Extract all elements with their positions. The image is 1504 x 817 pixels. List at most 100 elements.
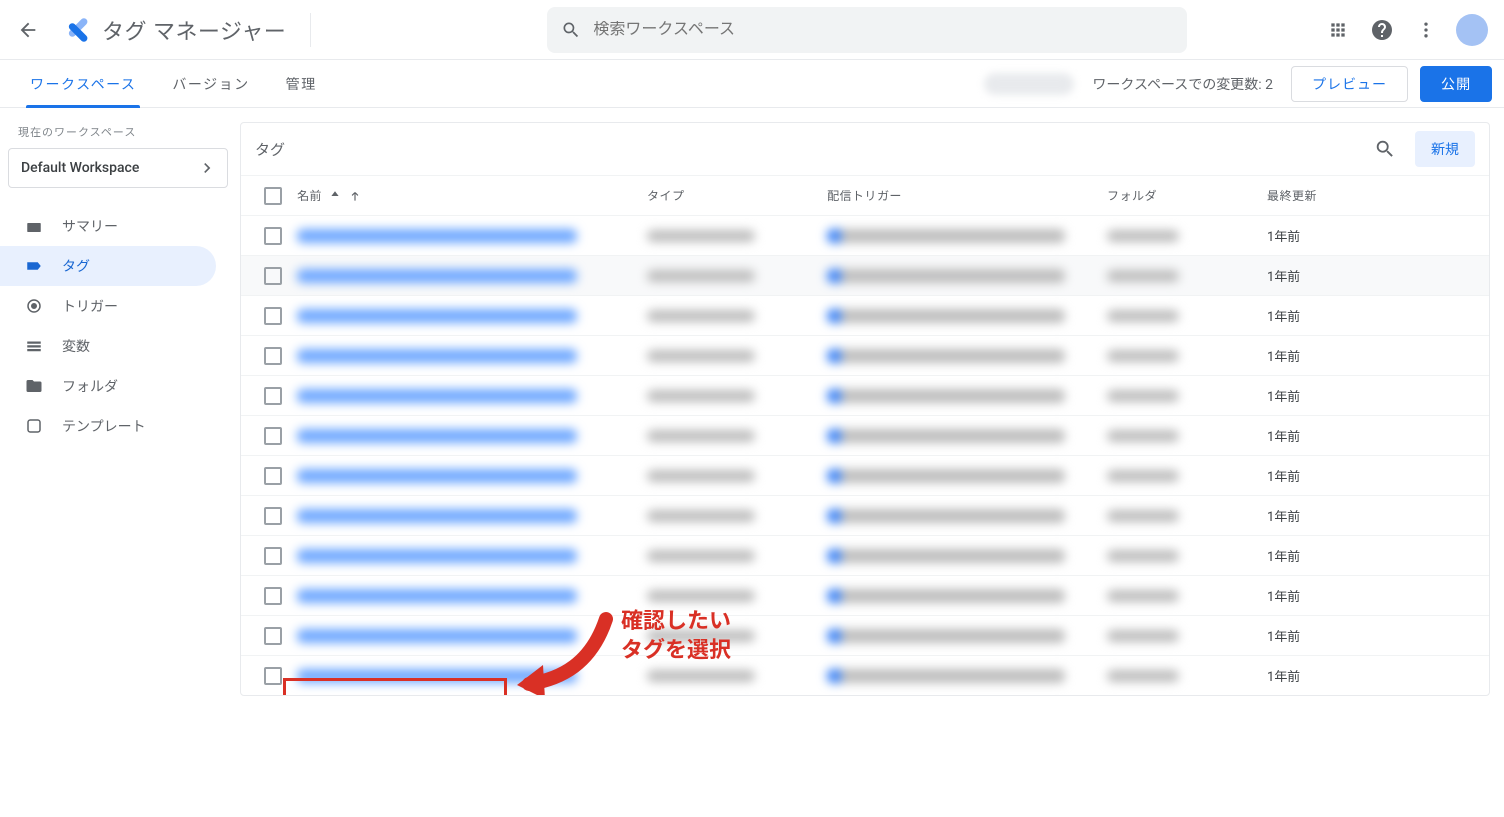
redacted-folder <box>1107 310 1179 322</box>
col-folder[interactable]: フォルダ <box>1107 187 1267 204</box>
side-nav: サマリー タグ トリガー 変数 フォルダ テンプレート <box>0 206 240 446</box>
row-updated: 1年前 <box>1267 266 1481 285</box>
account-avatar[interactable] <box>1456 14 1488 46</box>
chevron-right-icon <box>197 158 217 178</box>
sidenav-item-label: トリガー <box>62 296 118 316</box>
row-checkbox[interactable] <box>264 547 282 565</box>
workspace-picker[interactable]: Default Workspace <box>8 148 228 188</box>
table-row[interactable]: 1年前 <box>241 335 1489 375</box>
arrow-left-icon <box>17 19 39 41</box>
redacted-folder <box>1107 670 1179 682</box>
select-all-checkbox[interactable] <box>264 187 282 205</box>
dashboard-icon <box>24 217 44 235</box>
row-checkbox[interactable] <box>264 507 282 525</box>
redacted-type <box>647 310 755 322</box>
sidenav-tags[interactable]: タグ <box>0 246 216 286</box>
redacted-trigger <box>827 669 1065 683</box>
redacted-type <box>647 670 755 682</box>
col-name[interactable]: 名前 <box>297 187 647 204</box>
table-row[interactable]: 1年前 <box>241 255 1489 295</box>
row-checkbox[interactable] <box>264 667 282 685</box>
sidebar: 現在のワークスペース Default Workspace サマリー タグ トリガ… <box>0 108 240 716</box>
redacted-trigger <box>827 509 1065 523</box>
panel-header: タグ 新規 <box>241 123 1489 175</box>
redacted-type <box>647 470 755 482</box>
divider <box>310 13 311 47</box>
preview-button[interactable]: プレビュー <box>1291 66 1408 102</box>
sidenav-folders[interactable]: フォルダ <box>0 366 216 406</box>
row-checkbox[interactable] <box>264 627 282 645</box>
app-title: タグ マネージャー <box>102 14 286 46</box>
annotation-highlight-box <box>283 678 507 696</box>
row-updated: 1年前 <box>1267 386 1481 405</box>
help-button[interactable] <box>1362 10 1402 50</box>
table-row[interactable]: 1年前 <box>241 455 1489 495</box>
sidenav-item-label: タグ <box>62 256 90 276</box>
search-icon <box>561 19 581 41</box>
row-checkbox[interactable] <box>264 267 282 285</box>
search-bar[interactable] <box>547 7 1187 53</box>
redacted-folder <box>1107 390 1179 402</box>
redacted-trigger <box>827 269 1065 283</box>
sidenav-variables[interactable]: 変数 <box>0 326 216 366</box>
row-checkbox[interactable] <box>264 307 282 325</box>
nav-bar: ワークスペース バージョン 管理 ワークスペースでの変更数: 2 プレビュー 公… <box>0 60 1504 108</box>
redacted-trigger <box>827 389 1065 403</box>
new-tag-button[interactable]: 新規 <box>1415 131 1475 167</box>
panel-search-button[interactable] <box>1365 129 1405 169</box>
redacted-folder <box>1107 350 1179 362</box>
arrow-up-icon <box>348 189 362 203</box>
table-row[interactable]: 1年前 <box>241 495 1489 535</box>
sidenav-templates[interactable]: テンプレート <box>0 406 216 446</box>
redacted-name <box>297 589 577 603</box>
col-name-label: 名前 <box>297 187 322 204</box>
row-checkbox[interactable] <box>264 387 282 405</box>
publish-button[interactable]: 公開 <box>1420 66 1492 102</box>
col-type[interactable]: タイプ <box>647 187 827 204</box>
table-row[interactable]: 1年前 <box>241 535 1489 575</box>
annotation-text: 確認したい タグを選択 <box>621 608 731 665</box>
row-checkbox[interactable] <box>264 467 282 485</box>
sidenav-summary[interactable]: サマリー <box>0 206 216 246</box>
col-trigger[interactable]: 配信トリガー <box>827 187 1107 204</box>
col-updated[interactable]: 最終更新 <box>1267 187 1481 204</box>
workspace-name: Default Workspace <box>21 160 197 176</box>
row-updated: 1年前 <box>1267 626 1481 645</box>
redacted-name <box>297 229 577 243</box>
table-row[interactable]: 1年前 <box>241 615 1489 655</box>
table-row[interactable]: 1年前 <box>241 575 1489 615</box>
row-updated: 1年前 <box>1267 506 1481 525</box>
sidenav-triggers[interactable]: トリガー <box>0 286 216 326</box>
redacted-type <box>647 350 755 362</box>
row-checkbox[interactable] <box>264 347 282 365</box>
more-vert-icon <box>1416 20 1436 40</box>
redacted-type <box>647 510 755 522</box>
sidenav-item-label: 変数 <box>62 336 90 356</box>
row-checkbox[interactable] <box>264 427 282 445</box>
table-row[interactable]: 1年前 <box>241 415 1489 455</box>
apps-button[interactable] <box>1318 10 1358 50</box>
row-checkbox[interactable] <box>264 227 282 245</box>
more-button[interactable] <box>1406 10 1446 50</box>
table-row[interactable]: 1年前 <box>241 215 1489 255</box>
row-checkbox[interactable] <box>264 587 282 605</box>
redacted-folder <box>1107 550 1179 562</box>
tab-versions[interactable]: バージョン <box>154 60 267 108</box>
tab-workspace[interactable]: ワークスペース <box>12 60 154 108</box>
redacted-folder <box>1107 270 1179 282</box>
table-row[interactable]: 1年前 <box>241 295 1489 335</box>
redacted-type <box>647 590 755 602</box>
redacted-folder <box>1107 430 1179 442</box>
row-updated: 1年前 <box>1267 426 1481 445</box>
redacted-name <box>297 509 577 523</box>
row-updated: 1年前 <box>1267 666 1481 685</box>
tab-admin[interactable]: 管理 <box>268 60 335 108</box>
redacted-folder <box>1107 510 1179 522</box>
back-button[interactable] <box>8 10 48 50</box>
template-icon <box>24 417 44 435</box>
redacted-type <box>647 550 755 562</box>
table-row[interactable]: 1年前 <box>241 375 1489 415</box>
row-updated: 1年前 <box>1267 346 1481 365</box>
redacted-name <box>297 429 577 443</box>
search-input[interactable] <box>593 21 1173 39</box>
